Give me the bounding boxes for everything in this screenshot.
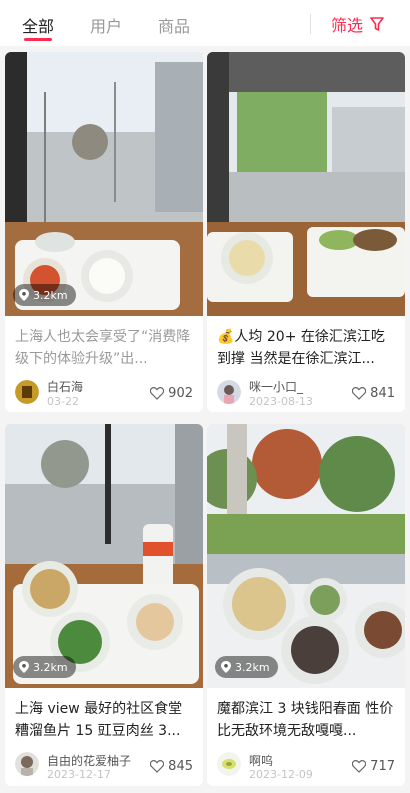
post-date: 2023-12-17 — [47, 768, 111, 781]
post-date: 2023-12-09 — [249, 768, 313, 781]
post-date: 03-22 — [47, 395, 79, 408]
divider — [310, 14, 311, 34]
location-badge: 3.2km — [215, 656, 278, 678]
like-button[interactable]: 717 — [352, 759, 395, 774]
distance-label: 3.2km — [33, 660, 68, 674]
post-title: 上海人也太会享受了“消费降级下的体验升级”出... — [15, 329, 191, 367]
location-badge: 3.2km — [13, 656, 76, 678]
filter-button[interactable]: 筛选 — [331, 12, 385, 36]
tab-all[interactable]: 全部 — [22, 13, 54, 37]
location-pin-icon — [19, 661, 29, 673]
post-card[interactable]: 3.2km 上海 view 最好的社区食堂 糟溜鱼片 15 豇豆肉丝 3... … — [5, 424, 203, 786]
location-pin-icon — [221, 661, 231, 673]
like-button[interactable]: 841 — [352, 386, 395, 401]
post-card[interactable]: 💰人均 20+ 在徐汇滨江吃到撑 当然是在徐汇滨江... 咪一小口_ 2023-… — [207, 52, 405, 412]
post-image — [207, 424, 405, 688]
avatar — [15, 380, 39, 404]
author-name: 自由的花爱柚子 — [47, 754, 132, 768]
tab-users[interactable]: 用户 — [90, 13, 122, 37]
post-card[interactable]: 3.2km 上海人也太会享受了“消费降级下的体验升级”出... 白石海 03-2… — [5, 52, 203, 412]
avatar — [217, 752, 241, 776]
author-name: 白石海 — [47, 380, 84, 394]
heart-icon — [150, 387, 165, 400]
filter-icon — [370, 17, 384, 31]
active-tab-indicator — [24, 38, 52, 41]
like-count: 841 — [370, 386, 395, 401]
post-image — [5, 424, 203, 688]
avatar — [15, 752, 39, 776]
post-image — [207, 52, 405, 316]
filter-label: 筛选 — [331, 16, 364, 35]
avatar — [217, 380, 241, 404]
author-name: 咪一小口_ — [249, 380, 304, 394]
tab-products[interactable]: 商品 — [158, 13, 190, 37]
post-title: 魔都滨江 3 块钱阳春面 性价比无敌环境无敌嘎嘎... — [217, 701, 394, 739]
heart-icon — [352, 387, 367, 400]
like-count: 717 — [370, 759, 395, 774]
post-date: 2023-08-13 — [249, 395, 313, 408]
like-button[interactable]: 845 — [150, 759, 193, 774]
post-card[interactable]: 3.2km 魔都滨江 3 块钱阳春面 性价比无敌环境无敌嘎嘎... 啊呜 202… — [207, 424, 405, 786]
location-badge: 3.2km — [13, 284, 76, 306]
like-count: 845 — [168, 759, 193, 774]
distance-label: 3.2km — [235, 660, 270, 674]
top-bar: 全部 用户 商品 筛选 — [0, 0, 410, 46]
location-pin-icon — [19, 289, 29, 301]
heart-icon — [352, 760, 367, 773]
post-title: 💰人均 20+ 在徐汇滨江吃到撑 当然是在徐汇滨江... — [217, 329, 385, 367]
heart-icon — [150, 760, 165, 773]
post-image — [5, 52, 203, 316]
post-title: 上海 view 最好的社区食堂 糟溜鱼片 15 豇豆肉丝 3... — [15, 701, 183, 739]
distance-label: 3.2km — [33, 288, 68, 302]
like-button[interactable]: 902 — [150, 386, 193, 401]
like-count: 902 — [168, 386, 193, 401]
author-name: 啊呜 — [249, 754, 274, 768]
